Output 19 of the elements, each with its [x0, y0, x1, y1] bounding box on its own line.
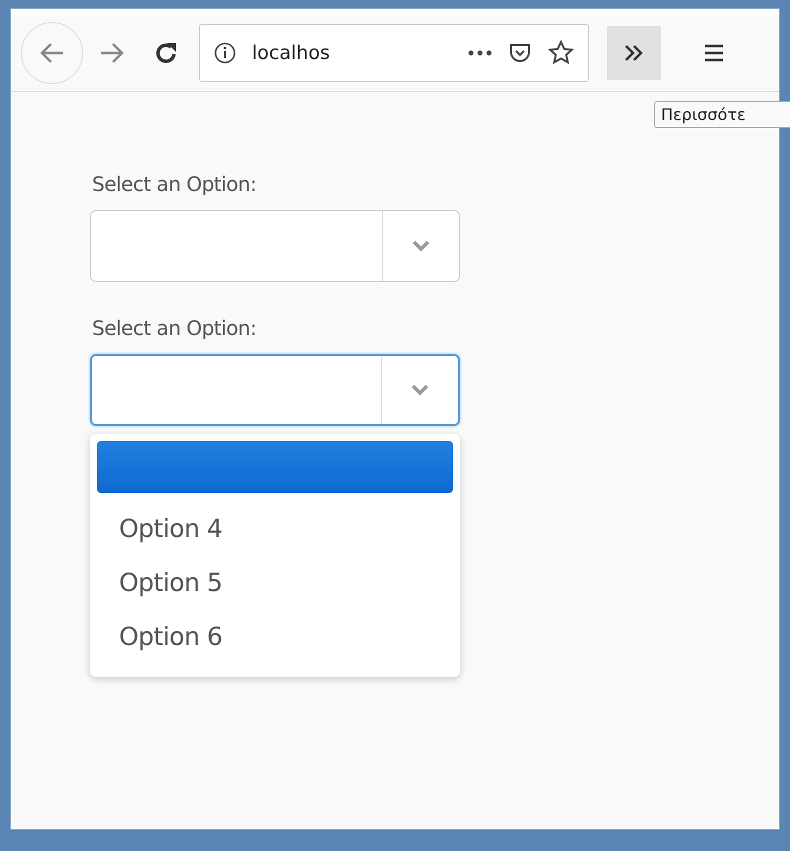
- select-field[interactable]: [90, 354, 460, 426]
- star-icon[interactable]: [548, 40, 574, 66]
- dropdown-option[interactable]: Option 4: [97, 501, 453, 555]
- dropdown-option[interactable]: Option 6: [97, 609, 453, 663]
- tooltip: Περισσότε: [654, 101, 790, 128]
- back-button[interactable]: [21, 22, 83, 84]
- pocket-icon[interactable]: [508, 41, 532, 65]
- address-bar[interactable]: localhos: [199, 24, 589, 82]
- chevron-icon: [411, 384, 429, 396]
- info-icon[interactable]: [214, 42, 236, 64]
- overflow-button[interactable]: [607, 26, 661, 80]
- select-field[interactable]: [90, 210, 460, 282]
- field-label: Select an Option:: [92, 316, 258, 340]
- address-text: localhos: [252, 42, 331, 64]
- dropdown-option[interactable]: Option 5: [97, 555, 453, 609]
- chevron-icon: [412, 240, 430, 252]
- menu-icon[interactable]: [703, 43, 725, 63]
- field-label: Select an Option:: [92, 172, 258, 196]
- more-icon[interactable]: [468, 50, 492, 56]
